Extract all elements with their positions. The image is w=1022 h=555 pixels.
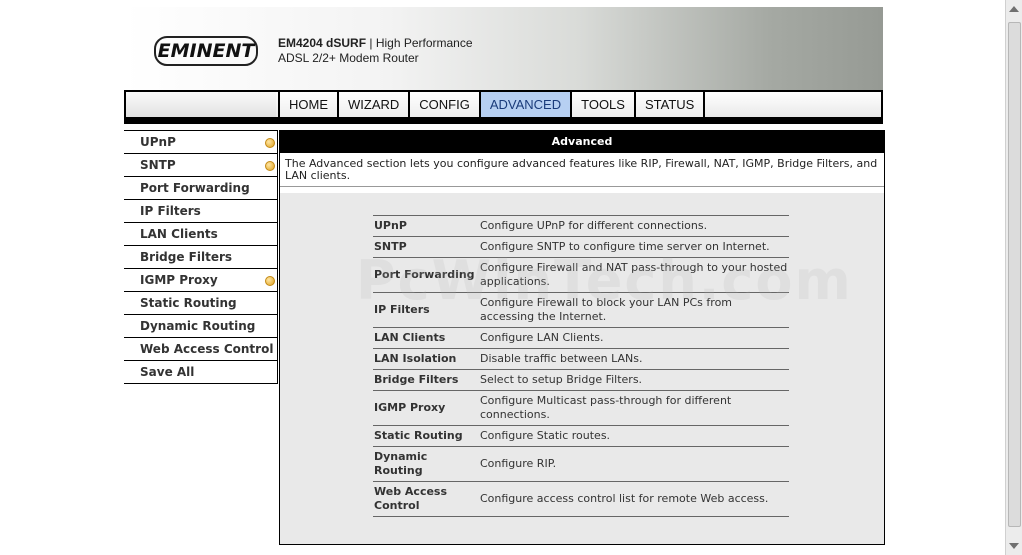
feature-name: Web Access Control — [373, 481, 479, 517]
page-title: Advanced — [280, 130, 884, 153]
sidebar-item-igmp-proxy[interactable]: IGMP Proxy — [124, 268, 278, 291]
sidebar-item-ip-filters[interactable]: IP Filters — [124, 199, 278, 222]
feature-name: SNTP — [373, 236, 479, 258]
sidebar-item-label: IGMP Proxy — [140, 273, 218, 287]
nav-spacer — [126, 92, 276, 117]
feature-name: Port Forwarding — [373, 257, 479, 293]
intro-text: The Advanced section lets you configure … — [280, 153, 884, 187]
sidebar-item-save-all[interactable]: Save All — [124, 360, 278, 384]
product-info: EM4204 dSURF | High Performance ADSL 2/2… — [278, 36, 473, 66]
product-tagline: | High Performance — [366, 36, 473, 50]
table-row: Static Routing Configure Static routes. — [373, 425, 789, 447]
feature-panel: UPnP Configure UPnP for different connect… — [280, 193, 884, 544]
feature-name: LAN Isolation — [373, 348, 479, 370]
tab-wizard[interactable]: WIZARD — [337, 92, 409, 117]
table-row: LAN Isolation Disable traffic between LAN… — [373, 348, 789, 370]
table-row: Port Forwarding Configure Firewall and NA… — [373, 257, 789, 293]
feature-description: Configure Multicast pass-through for dif… — [479, 390, 789, 426]
table-row: Dynamic Routing Configure RIP. — [373, 446, 789, 482]
feature-description: Configure UPnP for different connections… — [479, 215, 789, 237]
table-row: SNTP Configure SNTP to configure time ser… — [373, 236, 789, 258]
product-line: ADSL 2/2+ Modem Router — [278, 51, 419, 65]
feature-description: Configure access control list for remote… — [479, 481, 789, 517]
model-name: EM4204 dSURF — [278, 36, 367, 50]
sidebar-item-label: UPnP — [140, 135, 176, 149]
sidebar-item-label: Port Forwarding — [140, 181, 250, 195]
scroll-down-arrow-icon[interactable] — [1009, 543, 1019, 549]
feature-description: Configure SNTP to configure time server … — [479, 236, 789, 258]
submenu-indicator-icon — [265, 276, 275, 286]
sidebar-item-port-forwarding[interactable]: Port Forwarding — [124, 176, 278, 199]
table-row: Web Access Control Configure access contr… — [373, 481, 789, 517]
sidebar-item-label: SNTP — [140, 158, 176, 172]
feature-name: Dynamic Routing — [373, 446, 479, 482]
sidebar-item-dynamic-routing[interactable]: Dynamic Routing — [124, 314, 278, 337]
feature-name: UPnP — [373, 215, 479, 237]
table-row: Bridge Filters Select to setup Bridge Fil… — [373, 369, 789, 391]
tab-status[interactable]: STATUS — [633, 92, 706, 117]
sidebar-item-static-routing[interactable]: Static Routing — [124, 291, 278, 314]
sidebar-item-label: Web Access Control — [140, 342, 274, 356]
main-content: Advanced The Advanced section lets you c… — [279, 130, 885, 545]
nav-inner: HOME WIZARD CONFIG ADVANCED TOOLS STATUS — [126, 92, 881, 117]
sidebar-item-label: Bridge Filters — [140, 250, 233, 264]
vertical-scrollbar[interactable] — [1005, 0, 1022, 555]
feature-name: Bridge Filters — [373, 369, 479, 391]
nav-tabs: HOME WIZARD CONFIG ADVANCED TOOLS STATUS — [278, 92, 706, 117]
feature-description: Configure LAN Clients. — [479, 327, 789, 349]
feature-table: UPnP Configure UPnP for different connect… — [373, 215, 789, 517]
sidebar-menu: UPnP SNTP Port Forwarding IP Filters LAN Cli… — [124, 130, 278, 384]
tab-advanced[interactable]: ADVANCED — [478, 92, 571, 117]
sidebar-item-label: Save All — [140, 365, 195, 379]
feature-description: Configure Static routes. — [479, 425, 789, 447]
sidebar-item-label: Static Routing — [140, 296, 237, 310]
tab-config[interactable]: CONFIG — [408, 92, 479, 117]
submenu-indicator-icon — [265, 161, 275, 171]
tab-home[interactable]: HOME — [278, 92, 337, 117]
sidebar-item-web-access-control[interactable]: Web Access Control — [124, 337, 278, 360]
feature-description: Select to setup Bridge Filters. — [479, 369, 789, 391]
feature-name: IP Filters — [373, 292, 479, 328]
sidebar-item-sntp[interactable]: SNTP — [124, 153, 278, 176]
feature-description: Configure RIP. — [479, 446, 789, 482]
sidebar-item-bridge-filters[interactable]: Bridge Filters — [124, 245, 278, 268]
router-page: EMINENT EM4204 dSURF | High Performance … — [124, 7, 885, 545]
table-row: IP Filters Configure Firewall to block yo… — [373, 292, 789, 328]
scroll-up-arrow-icon[interactable] — [1009, 6, 1019, 12]
table-row: IGMP Proxy Configure Multicast pass-throu… — [373, 390, 789, 426]
table-row: UPnP Configure UPnP for different connect… — [373, 215, 789, 237]
sidebar-item-label: Dynamic Routing — [140, 319, 256, 333]
header-banner: EMINENT EM4204 dSURF | High Performance … — [124, 7, 883, 90]
sidebar-item-lan-clients[interactable]: LAN Clients — [124, 222, 278, 245]
eminent-logo: EMINENT — [154, 36, 258, 66]
tab-tools[interactable]: TOOLS — [570, 92, 634, 117]
feature-name: Static Routing — [373, 425, 479, 447]
submenu-indicator-icon — [265, 138, 275, 148]
sidebar-item-upnp[interactable]: UPnP — [124, 130, 278, 153]
nav-divider — [124, 117, 883, 124]
sidebar-item-label: LAN Clients — [140, 227, 218, 241]
top-navigation: HOME WIZARD CONFIG ADVANCED TOOLS STATUS — [124, 90, 883, 124]
feature-description: Configure Firewall to block your LAN PCs… — [479, 292, 789, 328]
feature-description: Configure Firewall and NAT pass-through … — [479, 257, 789, 293]
feature-description: Disable traffic between LANs. — [479, 348, 789, 370]
table-row: LAN Clients Configure LAN Clients. — [373, 327, 789, 349]
sidebar-item-label: IP Filters — [140, 204, 201, 218]
feature-name: LAN Clients — [373, 327, 479, 349]
scroll-thumb[interactable] — [1008, 22, 1021, 527]
feature-name: IGMP Proxy — [373, 390, 479, 426]
